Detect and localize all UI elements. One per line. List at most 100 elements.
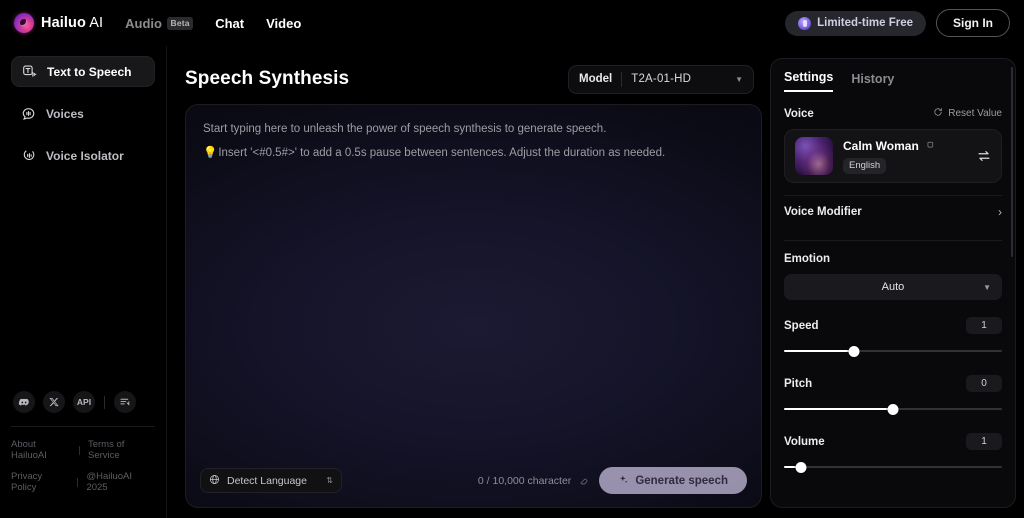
limited-time-free-button[interactable]: Limited-time Free <box>785 10 926 36</box>
nav-item-video[interactable]: Video <box>266 16 301 31</box>
speech-text-editor[interactable]: Start typing here to unleash the power o… <box>185 104 762 508</box>
sidebar-item-voices-label: Voices <box>46 106 84 121</box>
brand-name-suffix: AI <box>85 15 104 31</box>
legal-divider-1 <box>79 445 80 455</box>
copy-icon[interactable] <box>925 141 934 150</box>
brand-logo-group[interactable]: Hailuo AI <box>14 13 103 33</box>
sidebar-divider <box>11 426 155 427</box>
main-content: Speech Synthesis Model T2A-01-HD ▼ Start… <box>167 46 770 518</box>
nav-item-video-label: Video <box>266 15 302 31</box>
terms-link[interactable]: Terms of Service <box>88 439 155 461</box>
legal-divider-2 <box>77 477 79 487</box>
legal-row-1: About HailuoAI Terms of Service <box>11 439 155 461</box>
social-links: API <box>11 391 155 426</box>
speed-slider-knob[interactable] <box>848 345 860 357</box>
nav-item-chat-label: Chat <box>215 15 245 31</box>
sparkle-icon <box>618 474 629 488</box>
pitch-slider-value[interactable]: 0 <box>966 375 1002 392</box>
sign-in-button[interactable]: Sign In <box>936 9 1010 37</box>
generate-speech-button[interactable]: Generate speech <box>599 467 747 494</box>
voice-modifier-label: Voice Modifier <box>784 206 862 218</box>
sidebar-item-text-to-speech[interactable]: Text to Speech <box>11 56 155 87</box>
swap-voice-icon[interactable] <box>977 149 991 163</box>
tab-history[interactable]: History <box>851 72 894 92</box>
lightbulb-icon: 💡 <box>203 147 218 160</box>
emotion-select[interactable]: Auto ▼ <box>784 274 1002 300</box>
up-down-chevron-icon: ⇅ <box>326 475 333 485</box>
volume-slider-label: Volume <box>784 435 825 448</box>
about-link[interactable]: About HailuoAI <box>11 439 71 461</box>
app-body: Text to Speech Voices Voice Isolator API… <box>0 46 1024 518</box>
sidebar-item-voice-isolator[interactable]: Voice Isolator <box>11 140 155 171</box>
language-select-value: Detect Language <box>227 474 307 487</box>
editor-placeholder-line1: Start typing here to unleash the power o… <box>203 123 607 135</box>
speed-slider-header: Speed 1 <box>784 317 1002 334</box>
eraser-icon[interactable] <box>578 475 589 486</box>
gift-icon <box>798 16 812 30</box>
voice-isolator-icon <box>21 148 36 163</box>
x-twitter-icon[interactable] <box>43 391 65 413</box>
voice-language-badge: English <box>843 157 887 174</box>
voice-name: Calm Woman <box>843 138 919 153</box>
character-counter: 0 / 10,000 character <box>478 475 589 487</box>
volume-slider-block: Volume 1 <box>784 433 1002 474</box>
model-selector[interactable]: Model T2A-01-HD ▼ <box>568 64 754 94</box>
app-root: Hailuo AI Audio Beta Chat Video Limited-… <box>0 0 1024 518</box>
voices-icon <box>21 106 36 121</box>
pitch-slider-knob[interactable] <box>887 403 899 415</box>
volume-slider-knob[interactable] <box>795 461 807 473</box>
language-select[interactable]: Detect Language ⇅ <box>200 468 342 493</box>
voice-card[interactable]: Calm Woman English <box>784 129 1002 183</box>
privacy-link[interactable]: Privacy Policy <box>11 471 69 493</box>
hailuo-logo-icon <box>14 13 34 33</box>
voice-info: Calm Woman English <box>843 139 934 174</box>
speed-slider-label: Speed <box>784 319 819 332</box>
copyright-text: @HailuoAI 2025 <box>86 471 133 493</box>
reset-value-button[interactable]: Reset Value <box>933 107 1002 120</box>
chevron-right-icon: › <box>998 205 1002 219</box>
api-label: API <box>76 397 92 407</box>
volume-slider-rail <box>784 466 1002 468</box>
discord-icon[interactable] <box>13 391 35 413</box>
brand-name: Hailuo AI <box>41 15 103 31</box>
editor-footer: Detect Language ⇅ 0 / 10,000 character G… <box>186 467 761 507</box>
pitch-slider[interactable] <box>784 402 1002 416</box>
speed-slider-fill <box>784 350 854 352</box>
reset-value-label: Reset Value <box>948 108 1002 119</box>
model-selector-divider <box>621 71 623 87</box>
top-right-actions: Limited-time Free Sign In <box>785 9 1010 37</box>
legal-row-2: Privacy Policy @HailuoAI 2025 <box>11 471 155 493</box>
model-selector-label: Model <box>579 73 613 85</box>
pitch-slider-block: Pitch 0 <box>784 375 1002 416</box>
nav-item-chat[interactable]: Chat <box>215 16 244 31</box>
tab-settings[interactable]: Settings <box>784 70 834 92</box>
sidebar-item-voice-isolator-label: Voice Isolator <box>46 148 124 163</box>
voice-avatar <box>795 137 833 175</box>
speed-slider-value[interactable]: 1 <box>966 317 1002 334</box>
editor-placeholder-line2: 💡Insert '<#0.5#>' to add a 0.5s pause be… <box>203 144 744 162</box>
text-to-speech-icon <box>22 64 37 79</box>
volume-slider-value[interactable]: 1 <box>966 433 1002 450</box>
pitch-slider-header: Pitch 0 <box>784 375 1002 392</box>
chevron-down-icon: ▼ <box>983 282 991 292</box>
model-selector-value: T2A-01-HD <box>631 73 692 85</box>
voice-name-row: Calm Woman <box>843 139 934 153</box>
character-counter-text: 0 / 10,000 character <box>477 474 572 487</box>
limited-time-free-label: Limited-time Free <box>817 17 913 29</box>
feedback-icon[interactable] <box>114 391 136 413</box>
volume-slider[interactable] <box>784 460 1002 474</box>
social-divider <box>104 395 105 409</box>
settings-panel-scrollbar[interactable] <box>1010 67 1013 257</box>
voice-section-header: Voice Reset Value <box>784 107 1002 120</box>
speed-slider[interactable] <box>784 344 1002 358</box>
main-header: Speech Synthesis Model T2A-01-HD ▼ <box>185 58 762 100</box>
api-icon[interactable]: API <box>73 391 95 413</box>
legal-links: About HailuoAI Terms of Service Privacy … <box>11 439 155 512</box>
sidebar: Text to Speech Voices Voice Isolator API… <box>0 46 167 518</box>
sidebar-item-voices[interactable]: Voices <box>11 98 155 129</box>
nav-item-audio[interactable]: Audio Beta <box>125 16 194 31</box>
generate-speech-label: Generate speech <box>635 474 728 487</box>
settings-divider-2 <box>784 240 1002 241</box>
beta-badge: Beta <box>166 16 194 30</box>
voice-modifier-row[interactable]: Voice Modifier › <box>784 196 1002 228</box>
